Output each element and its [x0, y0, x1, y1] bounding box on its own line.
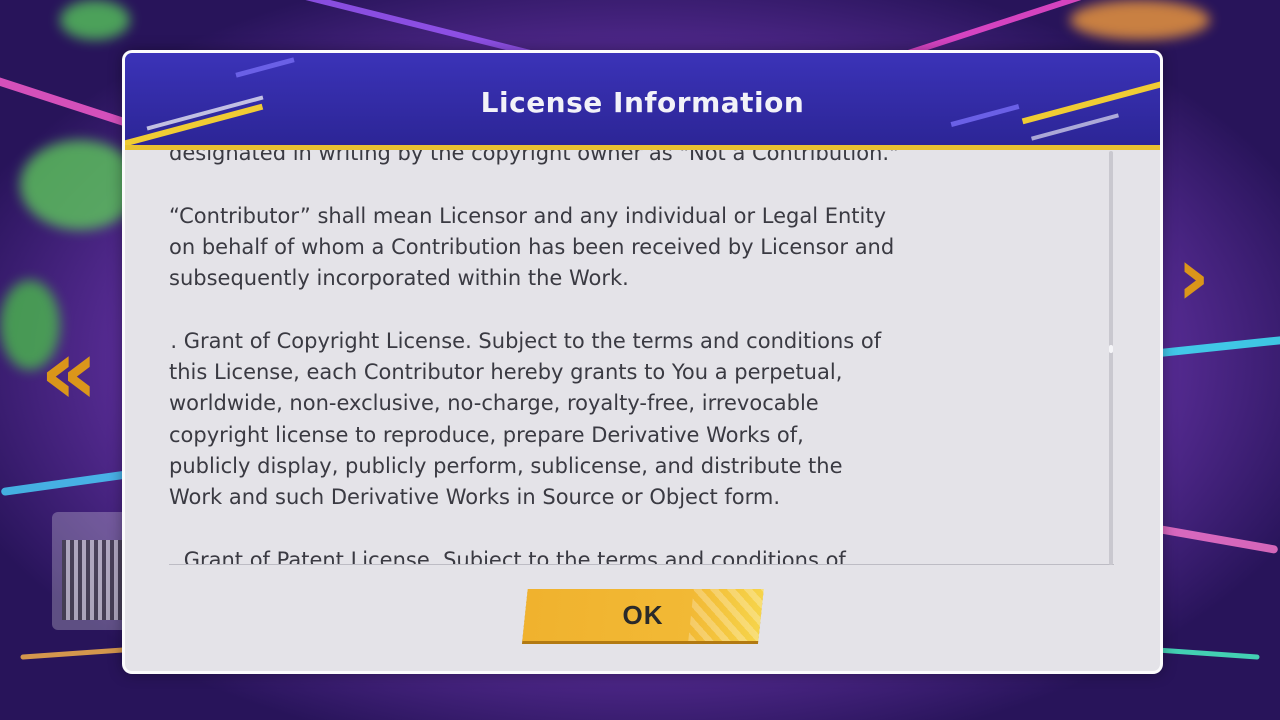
license-line: Work and such Derivative Works in Source… — [169, 485, 781, 510]
license-line: 3. Grant of Patent License. Subject to t… — [169, 547, 846, 565]
license-line: 2. Grant of Copyright License. Subject t… — [169, 328, 882, 353]
license-line: designated in writing by the copyright o… — [169, 150, 899, 165]
dialog-header: License Information — [125, 53, 1160, 150]
tree-decoration — [60, 0, 130, 40]
background-decoration — [1070, 0, 1210, 40]
license-line: worldwide, non-exclusive, no-charge, roy… — [169, 391, 819, 416]
license-text-scroll-area[interactable]: designated in writing by the copyright o… — [169, 150, 1114, 565]
qr-code-icon — [62, 540, 122, 620]
license-line: copyright license to reproduce, prepare … — [169, 422, 804, 447]
ok-button-label: OK — [622, 600, 664, 630]
scrollbar-thumb[interactable] — [1109, 345, 1113, 353]
chevron-left-icon: « — [40, 320, 99, 425]
license-dialog: License Information designated in writin… — [122, 50, 1163, 674]
license-line: publicly display, publicly perform, subl… — [169, 453, 843, 478]
license-line — [169, 169, 1109, 200]
license-line: “Contributor” shall mean Licensor and an… — [169, 203, 887, 228]
license-text: designated in writing by the copyright o… — [169, 150, 1109, 565]
license-line — [169, 294, 1109, 325]
license-line: on behalf of whom a Contribution has bee… — [169, 234, 895, 259]
dialog-title: License Information — [480, 86, 805, 119]
license-line: this License, each Contributor hereby gr… — [169, 360, 843, 385]
license-line: subsequently incorporated within the Wor… — [169, 266, 629, 291]
scrollbar[interactable] — [1109, 151, 1113, 565]
license-line — [169, 514, 1109, 545]
ok-button[interactable]: OK — [522, 589, 764, 641]
chevron-right-icon: › — [1177, 230, 1210, 323]
